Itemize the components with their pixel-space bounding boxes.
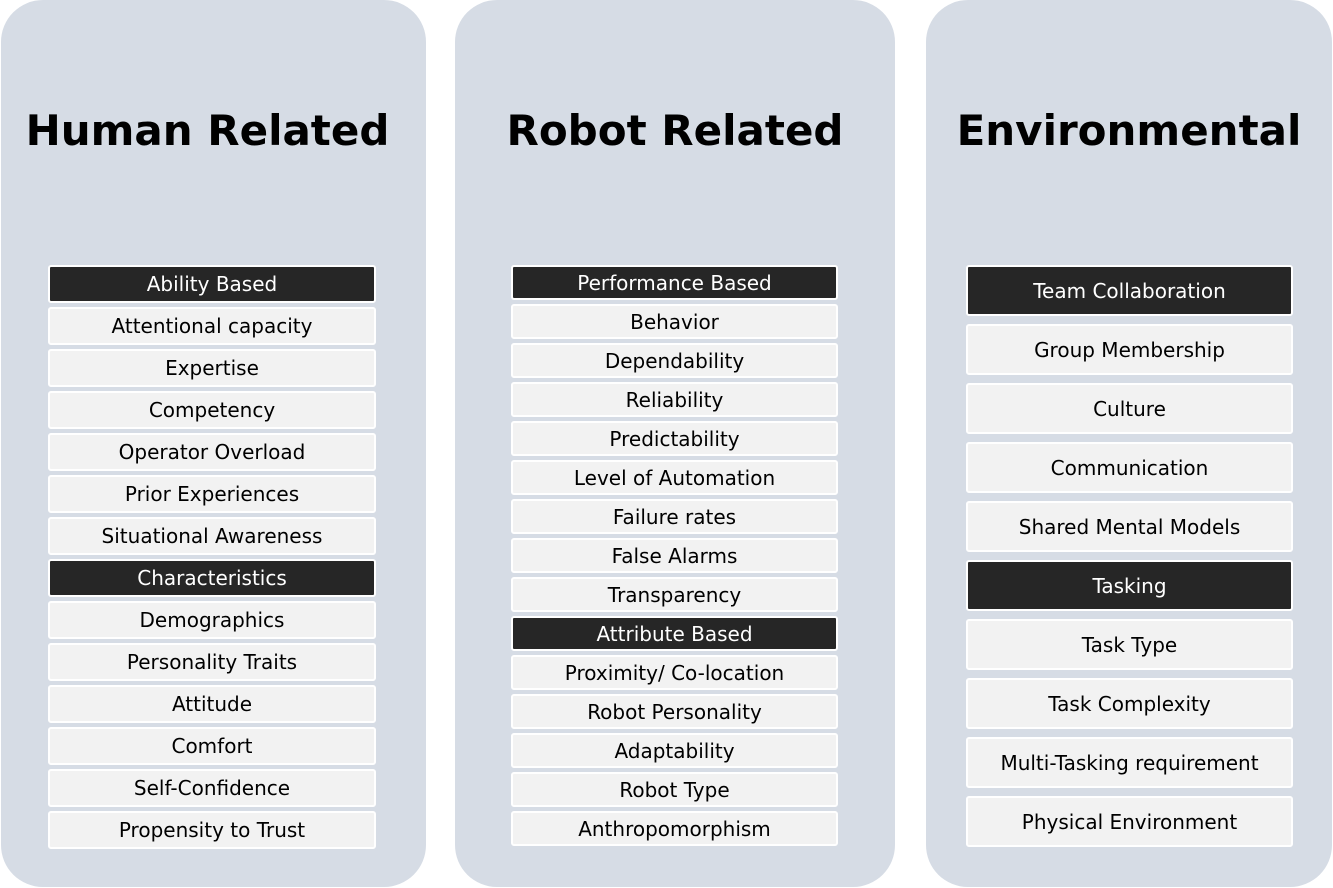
factor-item: Prior Experiences — [48, 475, 376, 513]
factor-item: Transparency — [511, 577, 838, 612]
factor-item: Physical Environment — [966, 796, 1293, 847]
human-related-list: Ability Based Attentional capacity Exper… — [48, 265, 376, 849]
robot-related-list: Performance Based Behavior Dependability… — [511, 265, 838, 846]
category-header-tasking: Tasking — [966, 560, 1293, 611]
factor-item: Predictability — [511, 421, 838, 456]
factor-item: Dependability — [511, 343, 838, 378]
factor-item: False Alarms — [511, 538, 838, 573]
factor-item: Operator Overload — [48, 433, 376, 471]
factor-item: Culture — [966, 383, 1293, 434]
factor-item: Anthropomorphism — [511, 811, 838, 846]
factor-item: Proximity/ Co-location — [511, 655, 838, 690]
environmental-panel: Environmental Team Collaboration Group M… — [926, 0, 1332, 887]
category-header-team-collaboration: Team Collaboration — [966, 265, 1293, 316]
category-header-attribute-based: Attribute Based — [511, 616, 838, 651]
factor-item: Level of Automation — [511, 460, 838, 495]
environmental-list: Team Collaboration Group Membership Cult… — [966, 265, 1293, 847]
factor-item: Self-Confidence — [48, 769, 376, 807]
factor-item: Personality Traits — [48, 643, 376, 681]
category-header-ability-based: Ability Based — [48, 265, 376, 303]
factor-item: Multi-Tasking requirement — [966, 737, 1293, 788]
factor-item: Shared Mental Models — [966, 501, 1293, 552]
environmental-title: Environmental — [956, 106, 1302, 155]
human-related-title: Human Related — [25, 106, 390, 155]
category-header-performance-based: Performance Based — [511, 265, 838, 300]
factor-item: Attentional capacity — [48, 307, 376, 345]
category-header-characteristics: Characteristics — [48, 559, 376, 597]
robot-related-title: Robot Related — [506, 106, 844, 155]
factor-item: Failure rates — [511, 499, 838, 534]
robot-related-panel: Robot Related Performance Based Behavior… — [455, 0, 895, 887]
factor-item: Competency — [48, 391, 376, 429]
human-related-panel: Human Related Ability Based Attentional … — [1, 0, 426, 887]
factor-item: Task Complexity — [966, 678, 1293, 729]
factor-item: Situational Awareness — [48, 517, 376, 555]
factor-item: Robot Personality — [511, 694, 838, 729]
factor-item: Demographics — [48, 601, 376, 639]
factor-item: Attitude — [48, 685, 376, 723]
factor-item: Task Type — [966, 619, 1293, 670]
factor-item: Reliability — [511, 382, 838, 417]
factor-item: Propensity to Trust — [48, 811, 376, 849]
factor-item: Behavior — [511, 304, 838, 339]
factor-item: Expertise — [48, 349, 376, 387]
factor-item: Adaptability — [511, 733, 838, 768]
factor-item: Robot Type — [511, 772, 838, 807]
factor-item: Communication — [966, 442, 1293, 493]
factor-item: Comfort — [48, 727, 376, 765]
factor-item: Group Membership — [966, 324, 1293, 375]
